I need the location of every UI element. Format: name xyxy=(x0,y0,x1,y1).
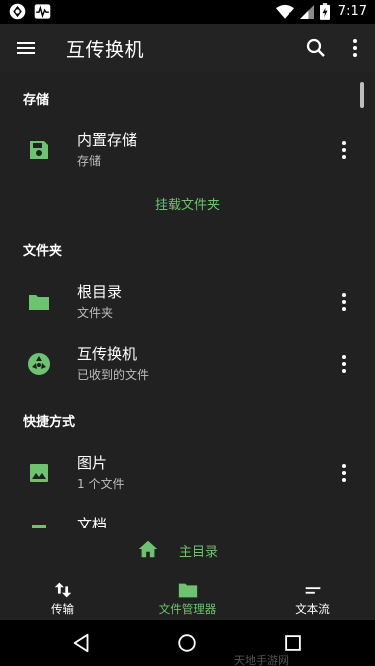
more-vert-icon[interactable] xyxy=(332,138,356,162)
home-circle-icon[interactable] xyxy=(176,632,198,654)
list-item-root[interactable]: 根目录 文件夹 xyxy=(0,271,375,333)
list-item-title: 文档 xyxy=(77,516,108,528)
system-navigation-bar xyxy=(0,620,375,666)
nav-tab-file-manager[interactable]: 文件管理器 xyxy=(125,570,250,620)
list-item-subtitle: 已收到的文件 xyxy=(77,368,150,382)
list-item-subtitle: 存储 xyxy=(77,154,102,168)
more-vert-icon[interactable] xyxy=(332,352,356,376)
list-item-title: 根目录 xyxy=(77,283,123,301)
section-header-storage: 存储 xyxy=(23,93,50,108)
battery-icon xyxy=(319,3,330,20)
nav-tab-label: 文件管理器 xyxy=(158,602,217,616)
home-directory-label: 主目录 xyxy=(179,545,219,560)
app-bar: 互传换机 xyxy=(0,24,375,72)
bottom-navigation: 传输 文件管理器 文本流 xyxy=(0,570,375,620)
wifi-icon xyxy=(275,4,294,19)
nav-tab-transfer[interactable]: 传输 xyxy=(0,570,125,620)
list-item-title: 互传换机 xyxy=(77,345,138,363)
watermark-text: 天地手游网 xyxy=(234,654,289,666)
main-content[interactable]: 存储 内置存储 存储 挂载文件夹 文件夹 根目录 文件夹 互传换机 已收到的文件… xyxy=(0,72,375,528)
more-vert-icon[interactable] xyxy=(332,461,356,485)
list-item-title: 图片 xyxy=(77,454,108,472)
swap-vert-icon xyxy=(54,582,71,598)
short-text-icon xyxy=(305,587,320,594)
more-vert-icon[interactable] xyxy=(332,290,356,314)
list-item-app-folder[interactable]: 互传换机 已收到的文件 xyxy=(0,333,375,395)
home-directory-bar[interactable]: 主目录 xyxy=(0,528,375,570)
scrollbar-thumb[interactable] xyxy=(360,82,364,108)
nav-tab-label: 传输 xyxy=(51,602,74,616)
save-icon xyxy=(30,141,48,159)
back-icon[interactable] xyxy=(71,632,93,654)
list-item-documents[interactable]: 文档 xyxy=(0,504,375,528)
status-bar: 7:17 xyxy=(0,0,375,24)
search-icon[interactable] xyxy=(304,36,328,60)
list-item-title: 内置存储 xyxy=(77,131,138,149)
list-item-internal-storage[interactable]: 内置存储 存储 xyxy=(0,119,375,181)
section-header-shortcuts: 快捷方式 xyxy=(23,415,76,430)
menu-icon[interactable] xyxy=(14,36,38,60)
more-vert-icon[interactable] xyxy=(343,36,367,60)
nav-tab-label: 文本流 xyxy=(295,602,330,616)
activity-notification-icon xyxy=(34,4,51,19)
app-title: 互传换机 xyxy=(66,39,145,61)
list-item-subtitle: 1 个文件 xyxy=(77,477,125,491)
nav-tab-text-stream[interactable]: 文本流 xyxy=(250,570,375,620)
image-icon xyxy=(30,464,48,482)
list-item-subtitle: 文件夹 xyxy=(77,306,114,320)
folder-icon xyxy=(29,295,49,310)
section-header-folders: 文件夹 xyxy=(23,244,63,259)
list-item-images[interactable]: 图片 1 个文件 xyxy=(0,442,375,504)
clock-time: 7:17 xyxy=(337,4,367,19)
folder-icon xyxy=(178,583,197,598)
home-icon xyxy=(138,540,158,558)
app-logo-icon xyxy=(28,353,50,375)
mount-folder-button[interactable]: 挂载文件夹 xyxy=(0,194,375,213)
app-notification-icon xyxy=(9,3,26,20)
signal-icon xyxy=(299,4,314,19)
recents-icon[interactable] xyxy=(282,632,304,654)
